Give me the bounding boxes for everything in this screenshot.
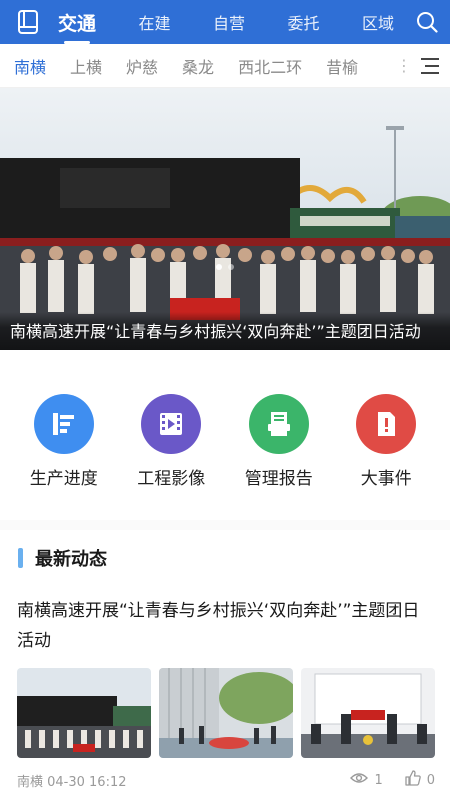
subtab-sanglong[interactable]: 桑龙 — [182, 54, 214, 78]
section-title: 最新动态 — [35, 549, 107, 570]
news-thumbnail-meeting[interactable] — [301, 668, 435, 758]
subtab-shangheng[interactable]: 上横 — [70, 54, 102, 78]
top-nav-bar: 交通 在建 自营 委托 区域 — [0, 0, 450, 44]
section-accent-bar — [18, 548, 23, 568]
quick-actions: 生产进度 工程影像 管理报告 大事件 — [0, 364, 450, 514]
action-engineering-media[interactable]: 工程影像 — [121, 364, 221, 514]
subtab-xiyu[interactable]: 昔榆 — [326, 54, 358, 78]
latest-news-header: 最新动态 — [18, 545, 107, 571]
action-label: 工程影像 — [137, 469, 206, 489]
view-count-value: 1 — [374, 772, 383, 788]
tab-zaijian[interactable]: 在建 — [136, 10, 172, 34]
tab-jiaotong[interactable]: 交通 — [56, 9, 98, 36]
subtab-luci[interactable]: 炉慈 — [126, 54, 158, 78]
film-icon — [141, 394, 202, 454]
action-major-events[interactable]: 大事件 — [336, 364, 436, 514]
tab-ziying[interactable]: 自营 — [211, 10, 247, 34]
action-label: 生产进度 — [29, 469, 98, 489]
search-icon[interactable] — [404, 0, 450, 44]
category-tabs: 交通 在建 自营 委托 区域 — [56, 9, 404, 36]
thumbs-up-icon[interactable] — [405, 770, 421, 790]
tab-weituo[interactable]: 委托 — [285, 10, 321, 34]
like-count[interactable]: 0 — [405, 770, 435, 790]
menu-icon[interactable] — [410, 44, 450, 88]
eye-icon — [350, 772, 369, 788]
book-icon[interactable] — [0, 0, 56, 44]
section-divider — [0, 520, 450, 530]
route-tabs: 南横 上横 炉慈 桑龙 西北二环 昔榆 ⋮ — [0, 44, 450, 88]
pager-dot-active[interactable] — [216, 264, 222, 270]
progress-icon — [33, 394, 94, 454]
news-thumbnails — [17, 668, 435, 758]
view-count: 1 — [350, 772, 383, 788]
report-icon — [248, 394, 309, 454]
news-thumbnail-outdoor[interactable] — [159, 668, 293, 758]
subtab-nanheng[interactable]: 南横 — [14, 54, 46, 78]
banner-photo — [0, 88, 450, 350]
banner-pager — [216, 264, 234, 270]
news-banner[interactable]: 南横高速开展“让青春与乡村振兴‘双向奔赴’”主题团日活动 — [0, 88, 450, 350]
news-headline[interactable]: 南横高速开展“让青春与乡村振兴‘双向奔赴’”主题团日活动 — [17, 596, 435, 656]
tab-quyu[interactable]: 区域 — [360, 10, 396, 34]
more-tabs-indicator: ⋮ — [396, 56, 412, 75]
news-thumbnail-train[interactable] — [17, 668, 151, 758]
news-meta: 南横 04-30 16:12 1 0 — [17, 770, 435, 790]
news-source-time: 南横 04-30 16:12 — [17, 774, 127, 790]
news-item[interactable]: 南横高速开展“让青春与乡村振兴‘双向奔赴’”主题团日活动 南横 04-30 16… — [17, 596, 435, 790]
pager-dot[interactable] — [228, 264, 234, 270]
like-count-value: 0 — [426, 772, 435, 788]
action-label: 大事件 — [360, 469, 412, 489]
subtab-xibei-erhuan[interactable]: 西北二环 — [238, 54, 302, 78]
action-production-progress[interactable]: 生产进度 — [14, 364, 114, 514]
alert-doc-icon — [356, 394, 417, 454]
action-management-report[interactable]: 管理报告 — [229, 364, 329, 514]
action-label: 管理报告 — [244, 469, 313, 489]
banner-caption: 南横高速开展“让青春与乡村振兴‘双向奔赴’”主题团日活动 — [0, 312, 450, 350]
